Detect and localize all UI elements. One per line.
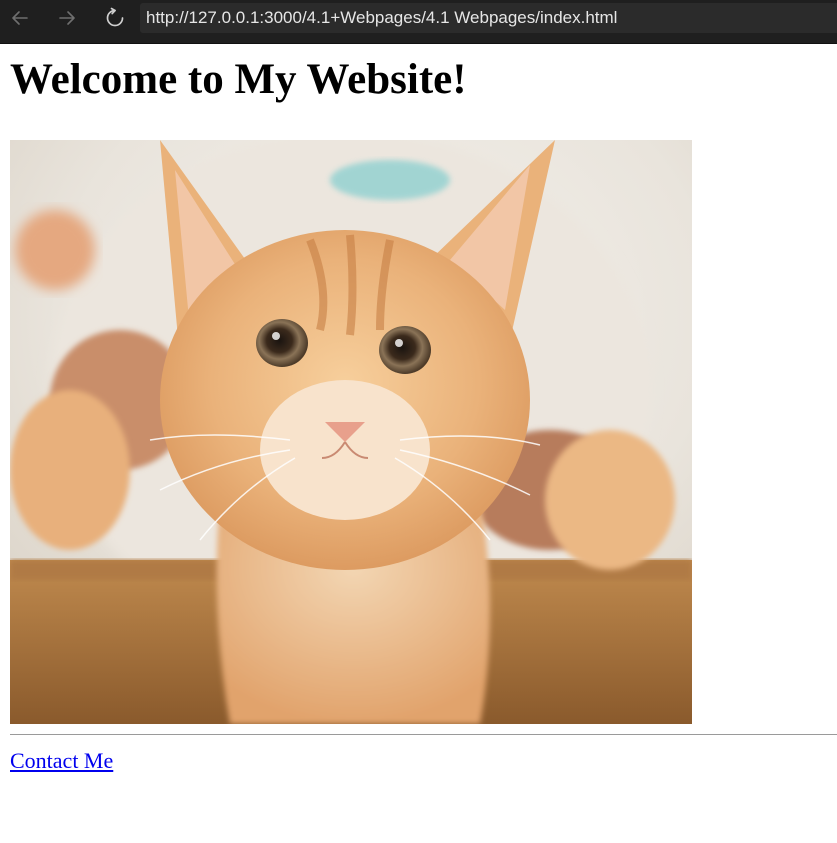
arrow-right-icon: [59, 11, 75, 25]
reload-button[interactable]: [101, 4, 129, 32]
address-bar-url: http://127.0.0.1:3000/4.1+Webpages/4.1 W…: [146, 8, 618, 27]
reload-icon: [106, 7, 124, 27]
horizontal-divider: [10, 734, 837, 735]
page-title: Welcome to My Website!: [10, 56, 467, 103]
browser-toolbar: http://127.0.0.1:3000/4.1+Webpages/4.1 W…: [0, 0, 837, 44]
contact-me-link[interactable]: Contact Me: [10, 748, 113, 774]
page-content: Welcome to My Website! Contact Me: [0, 44, 837, 843]
arrow-left-icon: [12, 11, 28, 25]
forward-button[interactable]: [53, 4, 81, 32]
kitten-photo: [10, 140, 692, 724]
address-bar[interactable]: http://127.0.0.1:3000/4.1+Webpages/4.1 W…: [140, 3, 837, 33]
back-button[interactable]: [6, 4, 34, 32]
